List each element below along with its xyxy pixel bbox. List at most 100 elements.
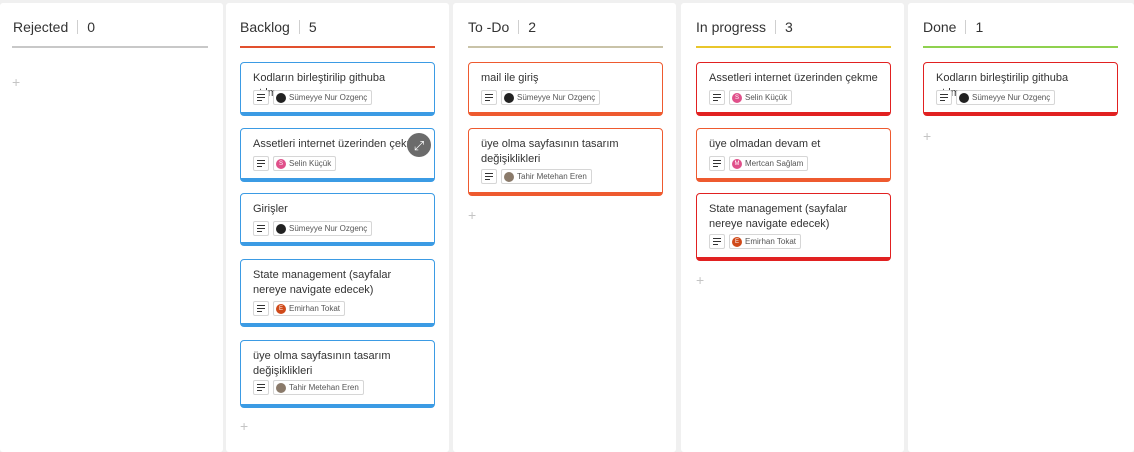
avatar [276, 382, 286, 393]
add-card-button[interactable]: + [923, 129, 931, 143]
column-title: To -Do [468, 19, 510, 35]
task-card[interactable]: Assetleri internet üzerinden çekme S Sel… [696, 62, 891, 116]
assignee-chip[interactable]: S Selin Küçük [273, 156, 337, 171]
column-done: Done 1 Kodların birleştirilip githuba at… [908, 3, 1134, 452]
assignee-chip[interactable]: E Emirhan Tokat [273, 301, 345, 316]
card-meta: Sümeyye Nur Ozgenç [253, 221, 373, 236]
avatar [276, 223, 286, 234]
description-icon [709, 156, 725, 171]
card-meta: Tahir Metehan Eren [253, 380, 364, 395]
card-meta: M Mertcan Sağlam [709, 156, 809, 171]
add-card-button[interactable]: + [12, 75, 20, 89]
card-title: üye olma sayfasının tasarım değişiklikle… [481, 138, 619, 165]
description-icon [709, 234, 725, 249]
assignee-chip[interactable]: Sümeyye Nur Ozgenç [501, 90, 601, 105]
add-card-button[interactable]: + [240, 419, 248, 433]
assignee-chip[interactable]: Sümeyye Nur Ozgenç [956, 90, 1056, 105]
column-underline [468, 46, 663, 48]
divider [775, 20, 777, 34]
task-card[interactable]: Girişler Sümeyye Nur Ozgenç [240, 193, 435, 246]
description-icon [481, 169, 497, 184]
assignee-name: Tahir Metehan Eren [289, 383, 359, 392]
card-title: Assetleri internet üzerinden çekme [709, 72, 878, 84]
avatar [276, 92, 286, 103]
card-title: State management (sayfalar nereye naviga… [253, 269, 392, 296]
description-icon [253, 221, 269, 236]
task-card[interactable]: Kodların birleştirilip githuba atılması … [923, 62, 1118, 116]
card-meta: S Selin Küçük [709, 90, 793, 105]
task-card[interactable]: State management (sayfalar nereye naviga… [240, 259, 435, 327]
assignee-chip[interactable]: Sümeyye Nur Ozgenç [273, 221, 373, 236]
card-title: üye olmadan devam et [709, 138, 821, 150]
card-meta: Sümeyye Nur Ozgenç [253, 90, 373, 105]
divider [965, 20, 967, 34]
card-meta: E Emirhan Tokat [253, 301, 345, 316]
assignee-name: Tahir Metehan Eren [517, 172, 587, 181]
task-card[interactable]: üye olmadan devam et M Mertcan Sağlam [696, 128, 891, 182]
task-card[interactable]: mail ile giriş Sümeyye Nur Ozgenç [468, 62, 663, 116]
task-card[interactable]: State management (sayfalar nereye naviga… [696, 193, 891, 261]
avatar [959, 92, 969, 103]
column-underline [923, 46, 1118, 48]
description-icon [481, 90, 497, 105]
column-header: Backlog 5 [226, 17, 449, 37]
column-backlog: Backlog 5 Kodların birleştirilip githuba… [226, 3, 449, 452]
assignee-name: Mertcan Sağlam [745, 159, 804, 168]
column-count: 5 [308, 19, 317, 35]
assignee-chip[interactable]: E Emirhan Tokat [729, 234, 801, 249]
column-header: Rejected 0 [0, 17, 223, 37]
column-todo: To -Do 2 mail ile giriş Sümeyye Nur Ozge… [453, 3, 676, 452]
divider [298, 20, 300, 34]
task-card[interactable]: Kodların birleştirilip githuba atılması … [240, 62, 435, 116]
column-count: 3 [785, 19, 793, 35]
description-icon [253, 156, 269, 171]
assignee-name: Sümeyye Nur Ozgenç [517, 93, 596, 102]
description-icon [253, 301, 269, 316]
task-card[interactable]: Assetleri internet üzerinden çekme S Sel… [240, 128, 435, 182]
task-card[interactable]: üye olma sayfasının tasarım değişiklikle… [240, 340, 435, 408]
column-count: 2 [528, 19, 537, 35]
card-title: üye olma sayfasının tasarım değişiklikle… [253, 350, 391, 377]
card-title: Assetleri internet üzerinden çekme [253, 138, 422, 150]
avatar [504, 92, 514, 103]
description-icon [253, 90, 269, 105]
column-count: 1 [975, 19, 984, 35]
assignee-chip[interactable]: M Mertcan Sağlam [729, 156, 809, 171]
column-underline [240, 46, 435, 48]
avatar: S [732, 92, 742, 103]
column-title: In progress [696, 19, 767, 35]
avatar [504, 171, 514, 182]
add-card-button[interactable]: + [468, 208, 476, 222]
assignee-name: Emirhan Tokat [289, 304, 340, 313]
assignee-chip[interactable]: Tahir Metehan Eren [273, 380, 364, 395]
avatar: E [732, 236, 742, 247]
assignee-chip[interactable]: Sümeyye Nur Ozgenç [273, 90, 373, 105]
card-title: mail ile giriş [481, 72, 539, 84]
assignee-chip[interactable]: Tahir Metehan Eren [501, 169, 592, 184]
card-title: Girişler [253, 203, 288, 215]
description-icon [709, 90, 725, 105]
assignee-name: Sümeyye Nur Ozgenç [289, 224, 368, 233]
column-title: Rejected [13, 19, 69, 35]
assignee-chip[interactable]: S Selin Küçük [729, 90, 793, 105]
card-title: State management (sayfalar nereye naviga… [709, 203, 848, 230]
column-header: In progress 3 [681, 17, 904, 37]
column-rejected: Rejected 0 + [0, 3, 223, 452]
column-count: 0 [87, 19, 96, 35]
card-meta: Sümeyye Nur Ozgenç [936, 90, 1056, 105]
assignee-name: Sümeyye Nur Ozgenç [972, 93, 1051, 102]
avatar: M [732, 158, 742, 169]
assignee-name: Selin Küçük [289, 159, 332, 168]
task-card[interactable]: üye olma sayfasının tasarım değişiklikle… [468, 128, 663, 196]
avatar: S [276, 158, 286, 169]
description-icon [253, 380, 269, 395]
card-meta: S Selin Küçük [253, 156, 337, 171]
card-meta: Sümeyye Nur Ozgenç [481, 90, 601, 105]
column-header: To -Do 2 [453, 17, 676, 37]
avatar: E [276, 303, 286, 314]
assignee-name: Selin Küçük [745, 93, 788, 102]
expand-arrows-icon[interactable]: ⤢ [407, 133, 431, 157]
column-title: Backlog [240, 19, 290, 35]
description-icon [936, 90, 952, 105]
add-card-button[interactable]: + [696, 273, 704, 287]
